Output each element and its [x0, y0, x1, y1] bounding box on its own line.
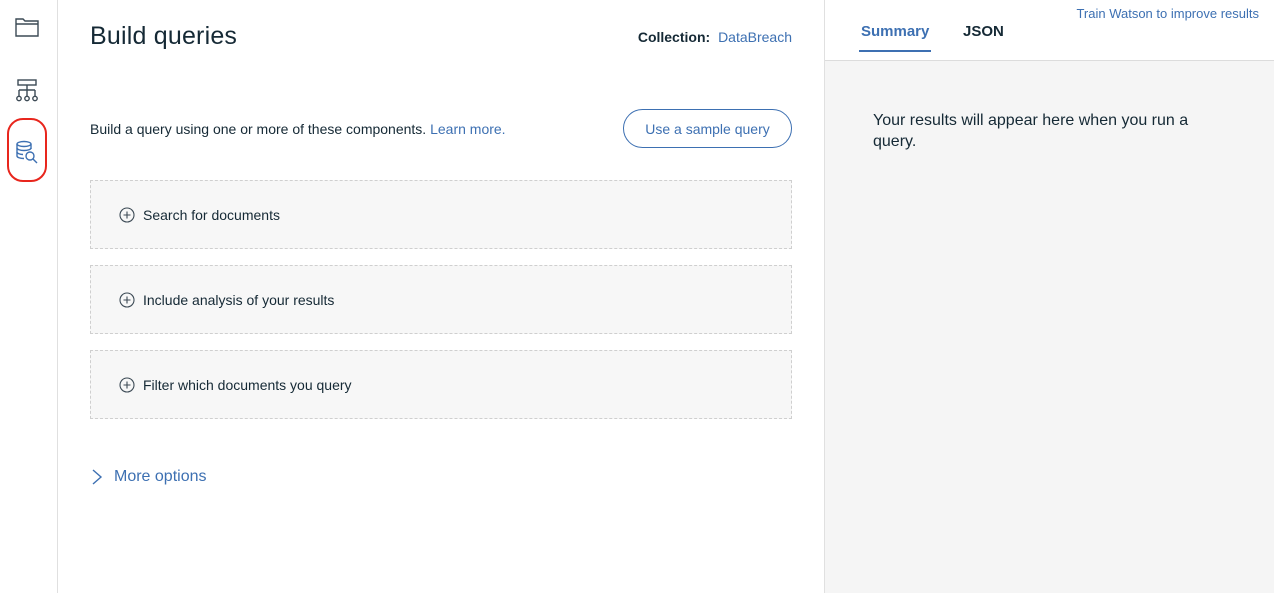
- learn-more-link[interactable]: Learn more.: [430, 121, 505, 137]
- component-label: Filter which documents you query: [143, 376, 352, 393]
- use-sample-query-button[interactable]: Use a sample query: [623, 109, 792, 148]
- results-panel: Train Watson to improve results Summary …: [824, 0, 1274, 593]
- left-rail: [0, 0, 58, 593]
- rail-item-collections[interactable]: [9, 8, 45, 44]
- search-documents-component[interactable]: Search for documents: [90, 180, 792, 249]
- chevron-right-icon: [92, 469, 103, 485]
- results-panel-header: Train Watson to improve results Summary …: [825, 0, 1274, 61]
- more-options-label: More options: [114, 468, 207, 485]
- collection-label: Collection:: [637, 29, 711, 45]
- intro-description: Build a query using one or more of these…: [90, 121, 427, 137]
- filter-documents-component[interactable]: Filter which documents you query: [90, 350, 792, 419]
- component-label: Search for documents: [143, 206, 280, 223]
- component-label: Include analysis of your results: [143, 291, 335, 308]
- collection-info: Collection: DataBreach: [638, 29, 792, 45]
- rail-item-hierarchy[interactable]: [9, 72, 45, 108]
- hierarchy-icon: [16, 79, 38, 102]
- intro-text: Build a query using one or more of these…: [90, 121, 506, 137]
- plus-circle-icon: [119, 206, 135, 223]
- main-content: Build queries Collection: DataBreach Bui…: [58, 0, 824, 593]
- tab-json[interactable]: JSON: [963, 23, 1004, 50]
- folder-icon: [15, 18, 39, 37]
- plus-circle-icon: [119, 376, 135, 393]
- results-placeholder-text: Your results will appear here when you r…: [873, 112, 1189, 150]
- page-title: Build queries: [90, 22, 238, 50]
- include-analysis-component[interactable]: Include analysis of your results: [90, 265, 792, 334]
- collection-link[interactable]: DataBreach: [718, 29, 792, 45]
- train-watson-link[interactable]: Train Watson to improve results: [1076, 6, 1259, 21]
- tab-summary[interactable]: Summary: [859, 23, 932, 52]
- highlight-ring: [7, 118, 47, 182]
- more-options-toggle[interactable]: More options: [90, 468, 207, 486]
- plus-circle-icon: [119, 291, 135, 308]
